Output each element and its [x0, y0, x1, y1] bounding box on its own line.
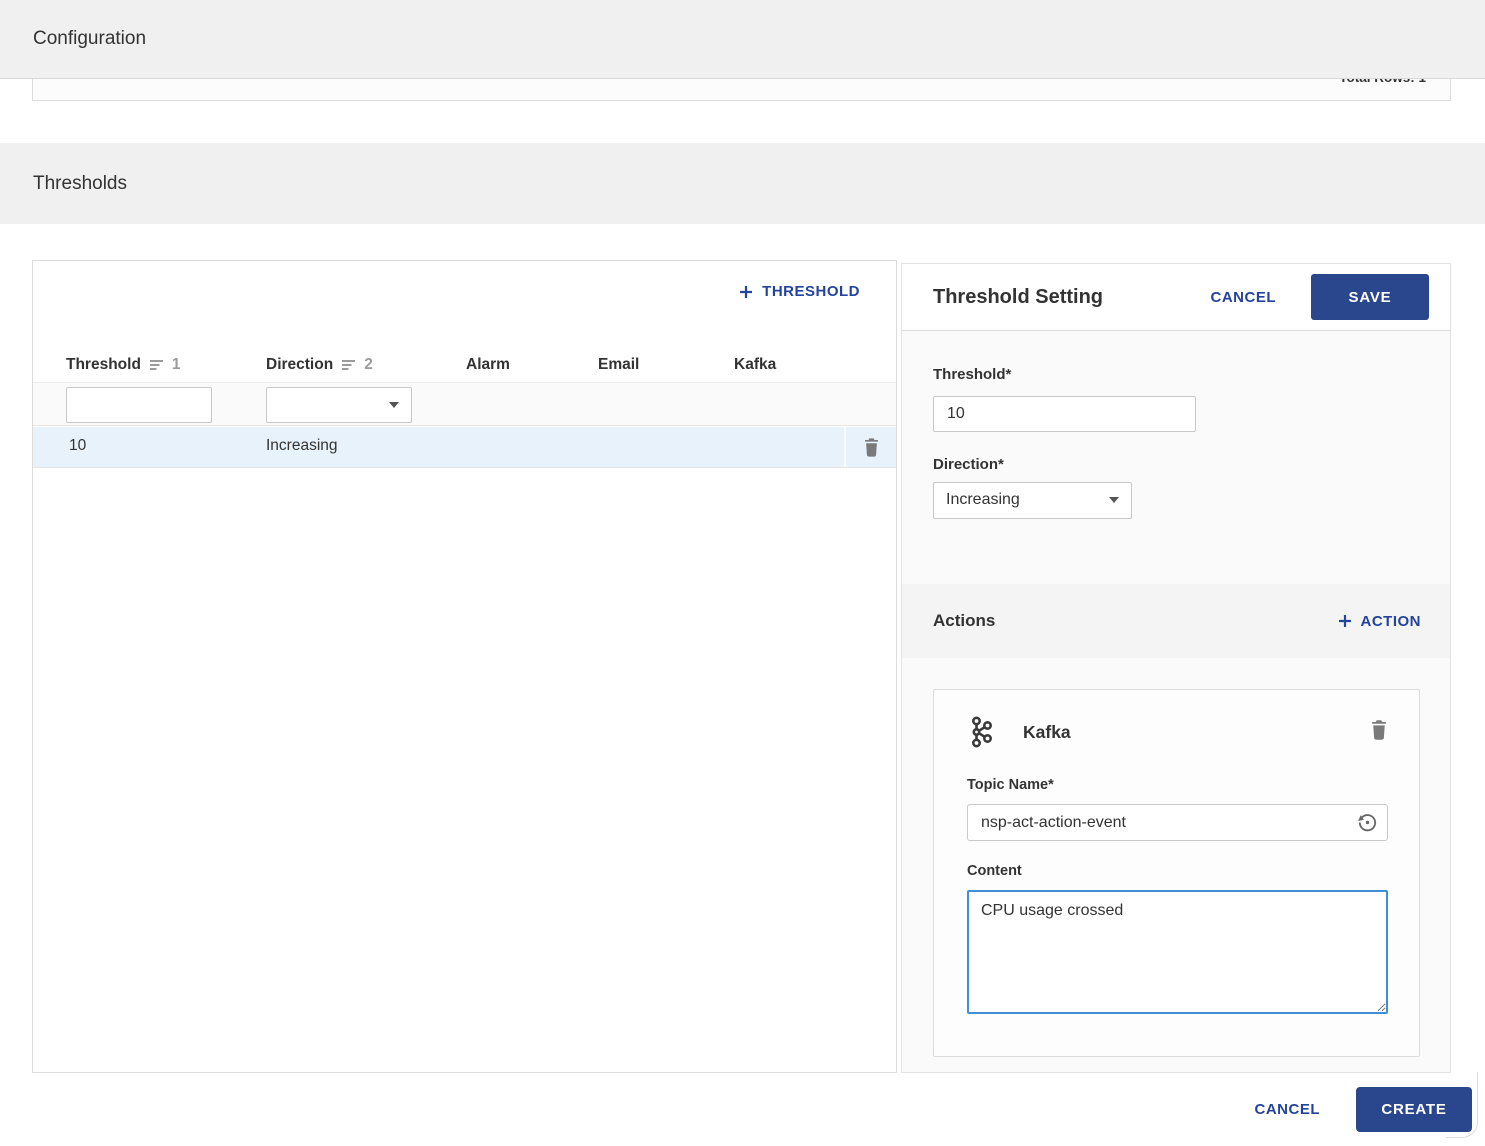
- row-threshold-value: 10: [69, 437, 87, 454]
- column-header-direction[interactable]: Direction 2: [266, 356, 373, 374]
- sort-order-badge: 2: [364, 356, 373, 373]
- direction-field-row: Increasing: [933, 481, 1450, 519]
- row-direction-value: Increasing: [266, 437, 338, 454]
- table-row[interactable]: 10 Increasing: [33, 427, 896, 468]
- history-restore-button[interactable]: [1356, 811, 1379, 834]
- trash-icon: [864, 437, 879, 457]
- sort-bars-icon: [341, 359, 356, 371]
- plus-icon: [739, 285, 753, 299]
- footer-cancel-button[interactable]: CANCEL: [1255, 1101, 1321, 1118]
- kafka-card-title: Kafka: [1023, 722, 1071, 742]
- threshold-field-input[interactable]: [933, 396, 1196, 432]
- thresholds-section-band: Thresholds: [0, 143, 1485, 224]
- add-threshold-button[interactable]: THRESHOLD: [739, 283, 860, 300]
- content-textarea[interactable]: CPU usage crossed: [967, 890, 1388, 1014]
- actions-title: Actions: [933, 611, 996, 630]
- topic-name-field-wrap: [967, 804, 1388, 841]
- kafka-action-card: Kafka Topic Name* nsp-act-action-event C…: [933, 689, 1420, 1057]
- delete-row-button[interactable]: [844, 427, 896, 467]
- sort-bars-icon: [149, 359, 164, 371]
- sort-order-badge: 1: [171, 356, 181, 373]
- threshold-setting-title: Threshold Setting: [933, 285, 1103, 308]
- column-label: Alarm: [466, 356, 510, 373]
- threshold-configuration-screen: Configuration Total Rows: 1 Thresholds T…: [0, 0, 1485, 1146]
- trash-icon: [1371, 720, 1387, 740]
- topic-name-label: Topic Name*: [967, 777, 1054, 793]
- total-rows-clipped-text: Total Rows: 1: [1339, 79, 1450, 100]
- add-action-label: ACTION: [1360, 612, 1421, 630]
- chevron-down-icon: [389, 402, 399, 408]
- kafka-card-header: Kafka: [934, 690, 1419, 760]
- configuration-panel-clipped-strip: Total Rows: 1: [32, 79, 1451, 101]
- threshold-filter-input[interactable]: [66, 387, 212, 423]
- direction-field-select[interactable]: Increasing: [933, 481, 1132, 519]
- threshold-setting-panel: Threshold Setting CANCEL SAVE Threshold*…: [901, 263, 1451, 1073]
- actions-section-header: Actions ACTION: [902, 584, 1450, 658]
- thresholds-table-card: THRESHOLD Threshold 1 Direction 2 Alarm: [32, 260, 897, 1073]
- direction-field-label: Direction*: [933, 456, 1004, 473]
- column-label: Email: [598, 356, 640, 373]
- topic-name-input[interactable]: [967, 804, 1388, 841]
- kafka-logo-icon: [968, 716, 994, 748]
- threshold-field-label: Threshold*: [933, 366, 1012, 383]
- add-action-button[interactable]: ACTION: [1338, 613, 1422, 630]
- table-filter-row: [33, 382, 896, 426]
- column-header-email[interactable]: Email: [598, 356, 639, 374]
- setting-cancel-button[interactable]: CANCEL: [1211, 289, 1277, 306]
- thresholds-section-title: Thresholds: [33, 172, 127, 194]
- threshold-setting-form: Threshold* Direction* Increasing: [902, 366, 1450, 519]
- plus-icon: [1338, 614, 1352, 628]
- setting-save-button[interactable]: SAVE: [1311, 274, 1429, 320]
- column-label: Threshold: [66, 356, 141, 373]
- column-label: Kafka: [734, 356, 777, 373]
- threshold-setting-header: Threshold Setting CANCEL SAVE: [902, 264, 1450, 331]
- page-title: Configuration: [33, 28, 147, 49]
- direction-filter-select[interactable]: [266, 387, 412, 423]
- create-button[interactable]: CREATE: [1356, 1087, 1472, 1132]
- history-restore-icon: [1356, 811, 1379, 834]
- column-header-threshold[interactable]: Threshold 1: [66, 356, 181, 374]
- column-header-kafka[interactable]: Kafka: [734, 356, 776, 374]
- direction-field-value: Increasing: [946, 491, 1020, 508]
- configuration-header-band: Configuration: [0, 0, 1485, 79]
- column-label: Direction: [266, 356, 334, 373]
- delete-action-button[interactable]: [1371, 720, 1387, 740]
- chevron-down-icon: [1109, 497, 1119, 503]
- content-label: Content: [967, 863, 1022, 879]
- dialog-footer: CANCEL CREATE: [0, 1073, 1485, 1146]
- column-header-alarm[interactable]: Alarm: [466, 356, 510, 374]
- add-threshold-label: THRESHOLD: [762, 283, 860, 300]
